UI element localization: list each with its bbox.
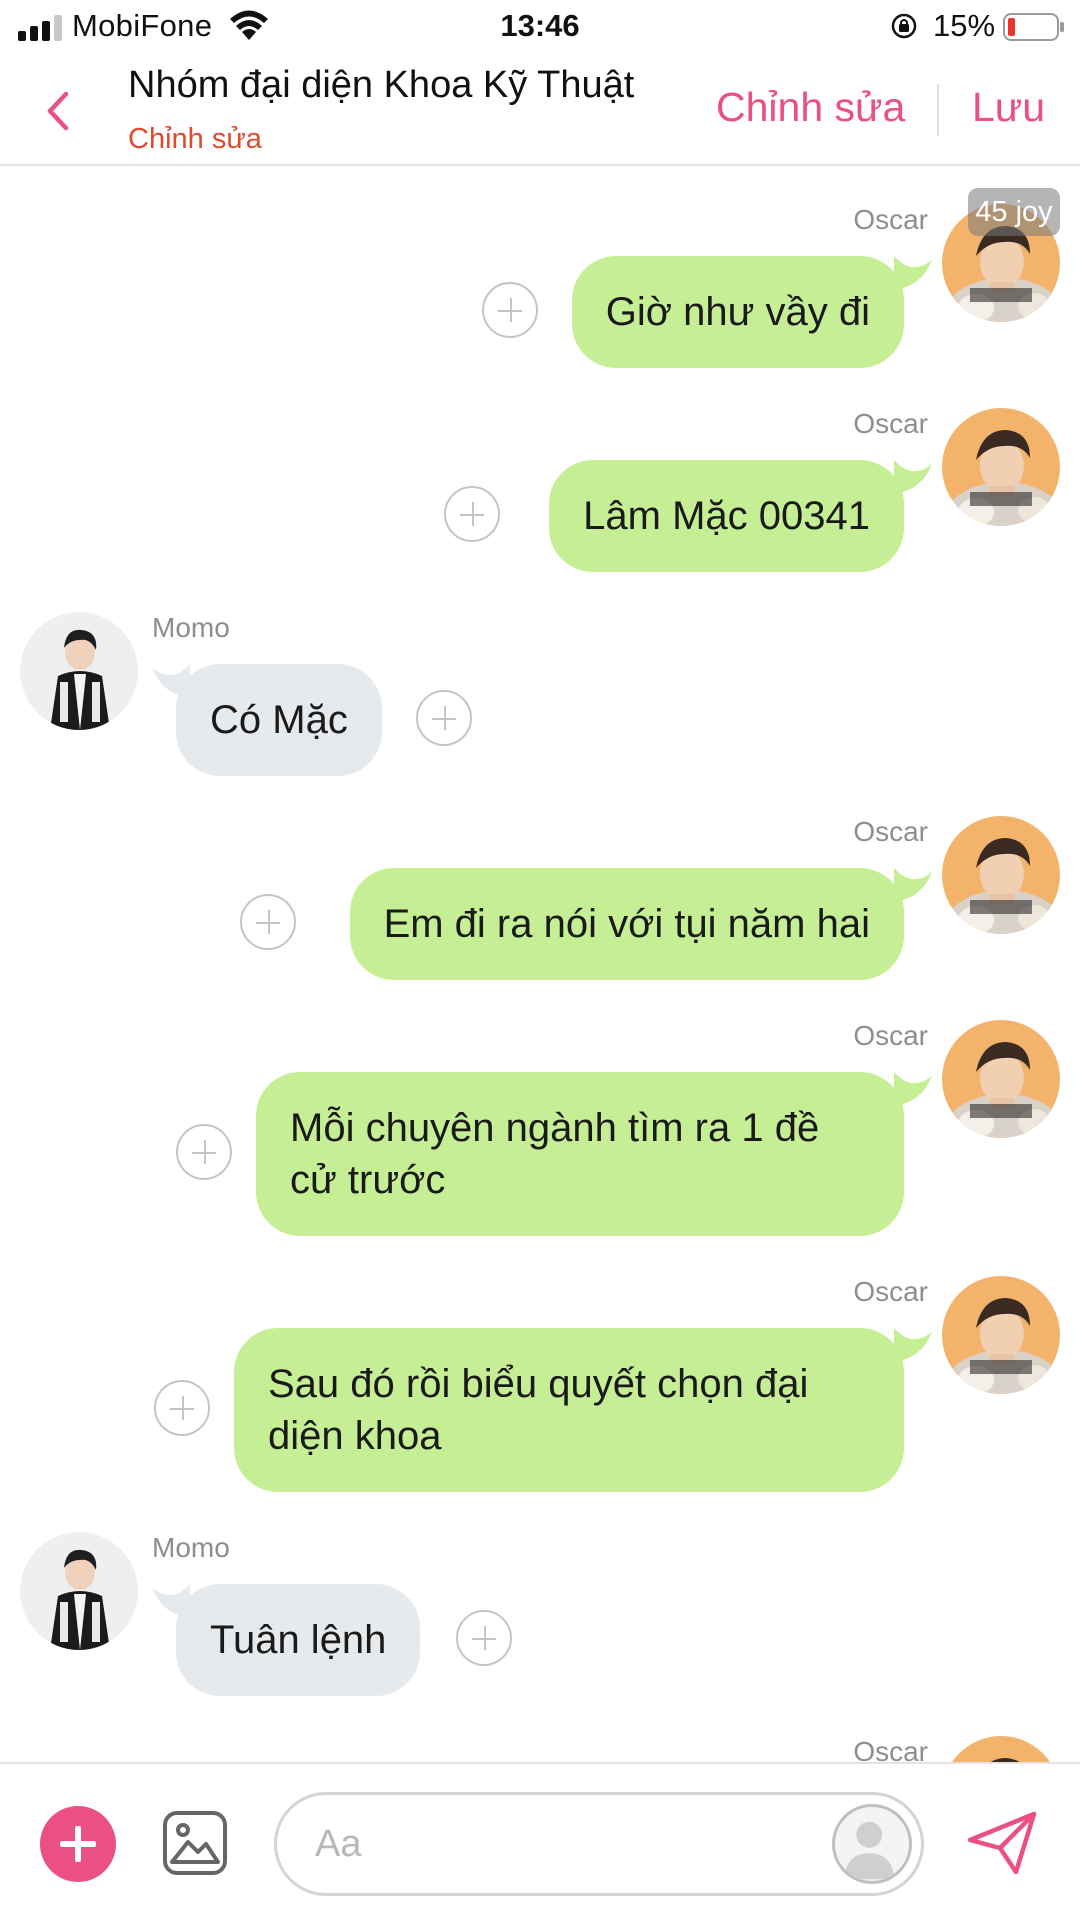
message-bubble[interactable]: Lâm Mặc 00341	[549, 460, 904, 572]
avatar[interactable]	[942, 1276, 1060, 1394]
message-bubble[interactable]: Tuân lệnh	[176, 1584, 421, 1696]
chat-title: Nhóm đại diện Khoa Kỹ Thuật	[128, 64, 635, 106]
sender-name: Oscar	[853, 1276, 928, 1307]
avatar[interactable]	[942, 408, 1060, 526]
avatar[interactable]	[942, 816, 1060, 934]
sender-name: Oscar	[853, 408, 928, 439]
avatar[interactable]	[942, 1736, 1060, 1762]
add-reaction-button[interactable]	[416, 690, 472, 746]
sender-name: Oscar	[853, 204, 928, 235]
message-composer	[0, 1762, 1080, 1920]
sender-name: Oscar	[853, 1736, 928, 1762]
add-reaction-button[interactable]	[154, 1380, 210, 1436]
chat-header: Nhóm đại diện Khoa Kỹ Thuật Chỉnh sửa Ch…	[0, 56, 1080, 166]
add-reaction-button[interactable]	[176, 1124, 232, 1180]
edit-button[interactable]: Chỉnh sửa	[716, 84, 905, 131]
add-reaction-button[interactable]	[482, 282, 538, 338]
chat-subtitle[interactable]: Chỉnh sửa	[128, 123, 262, 156]
save-button[interactable]: Lưu	[972, 84, 1045, 131]
send-icon[interactable]	[966, 1810, 1038, 1876]
message-list[interactable]: Oscar Giờ như vầy đi 45 joy Oscar Lâm Mặ…	[0, 168, 1080, 1762]
avatar[interactable]	[20, 612, 138, 730]
message-bubble[interactable]: Sau đó rồi biểu quyết chọn đại diện khoa	[234, 1328, 904, 1492]
add-reaction-button[interactable]	[444, 486, 500, 542]
sender-name: Momo	[152, 612, 230, 643]
avatar-icon[interactable]	[832, 1804, 912, 1884]
add-reaction-button[interactable]	[456, 1610, 512, 1666]
clock: 13:46	[500, 8, 580, 43]
message-bubble[interactable]: Giờ như vầy đi	[571, 256, 904, 368]
message-bubble[interactable]: Mỗi chuyên ngành tìm ra 1 đề cử trước	[256, 1072, 904, 1236]
message-input[interactable]	[274, 1792, 924, 1896]
sender-name: Oscar	[853, 1020, 928, 1051]
battery-icon	[1003, 13, 1064, 41]
header-divider	[937, 84, 939, 136]
back-chevron-icon[interactable]	[38, 86, 78, 136]
image-icon[interactable]	[162, 1810, 228, 1876]
sender-name: Oscar	[853, 816, 928, 847]
avatar[interactable]	[20, 1532, 138, 1650]
rotation-lock-icon	[891, 13, 917, 39]
avatar[interactable]	[942, 1020, 1060, 1138]
battery-percent: 15%	[933, 8, 996, 43]
plus-icon[interactable]	[40, 1806, 116, 1882]
message-bubble[interactable]: Em đi ra nói với tụi năm hai	[349, 868, 904, 980]
joy-badge: 45 joy	[968, 188, 1060, 236]
status-bar: MobiFone 13:46 15%	[0, 0, 1080, 56]
add-reaction-button[interactable]	[240, 894, 296, 950]
message-bubble[interactable]: Có Mặc	[176, 664, 382, 776]
sender-name: Momo	[152, 1532, 230, 1563]
